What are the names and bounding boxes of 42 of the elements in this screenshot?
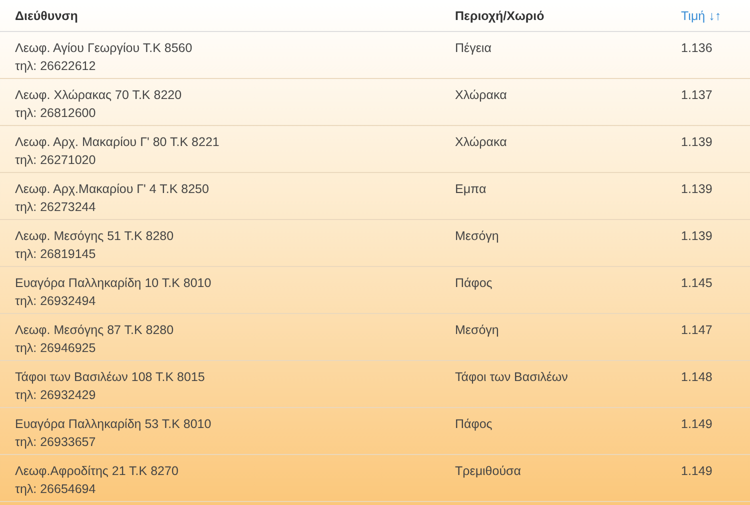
column-header[interactable]: Περιοχή/Χωριό	[455, 9, 544, 23]
phone-text: τηλ: 26654694	[15, 481, 97, 498]
area-text: Μεσόγη	[455, 228, 500, 245]
area-text: Χλώρακα	[455, 87, 508, 104]
price-text: 1.148	[681, 369, 714, 386]
address-text: Λεωφ. Αρχ. Μακαρίου Γ' 80 Τ.Κ 8221	[15, 134, 220, 151]
price-text: 1.136	[681, 40, 714, 57]
address-text: Λεωφ.Αφροδίτης 21 Τ.Κ 8270	[15, 463, 180, 480]
price-text: 1.137	[681, 87, 714, 104]
area-text: Μεσόγη	[455, 322, 500, 339]
address-text: Ευαγόρα Παλληκαρίδη 10 Τ.Κ 8010	[15, 275, 212, 292]
area-text: Εμπα	[455, 181, 488, 198]
address-text: Λεωφ. Μεσόγης 51 Τ.Κ 8280	[15, 228, 175, 245]
phone-text: τηλ: 26819145	[15, 246, 97, 263]
price-text: 1.149	[681, 463, 714, 480]
price-text: 1.139	[681, 181, 714, 198]
address-text: Ευαγόρα Παλληκαρίδη 53 Τ.Κ 8010	[15, 416, 212, 433]
area-text: Χλώρακα	[455, 134, 508, 151]
address-text: Τάφοι των Βασιλέων 108 Τ.Κ 8015	[15, 369, 206, 386]
phone-text: τηλ: 26273244	[15, 199, 97, 216]
address-text: Λεωφ. Αγίου Γεωργίου Τ.Κ 8560	[15, 40, 194, 57]
phone-text: τηλ: 26622612	[15, 58, 97, 75]
phone-text: τηλ: 26933657	[15, 434, 97, 451]
price-text: 1.145	[681, 275, 714, 292]
phone-text: τηλ: 26812600	[15, 105, 97, 122]
address-text: Λεωφ. Χλώρακας 70 Τ.Κ 8220	[15, 87, 183, 104]
phone-text: τηλ: 26932429	[15, 387, 97, 404]
price-text: 1.149	[681, 416, 714, 433]
column-header[interactable]: Διεύθυνση	[15, 9, 78, 23]
address-text: Λεωφ. Αρχ.Μακαρίου Γ' 4 Τ.Κ 8250	[15, 181, 210, 198]
area-text: Πάφος	[455, 275, 494, 292]
address-text: Λεωφ. Μεσόγης 87 Τ.Κ 8280	[15, 322, 175, 339]
phone-text: τηλ: 26932494	[15, 293, 97, 310]
area-text: Πέγεια	[455, 40, 492, 57]
area-text: Πάφος	[455, 416, 494, 433]
area-text: Τάφοι των Βασιλέων	[455, 369, 569, 386]
area-text: Τρεμιθούσα	[455, 463, 522, 480]
price-text: 1.147	[681, 322, 714, 339]
price-text: 1.139	[681, 228, 714, 245]
phone-text: τηλ: 26271020	[15, 152, 97, 169]
price-text: 1.139	[681, 134, 714, 151]
phone-text: τηλ: 26946925	[15, 340, 97, 357]
